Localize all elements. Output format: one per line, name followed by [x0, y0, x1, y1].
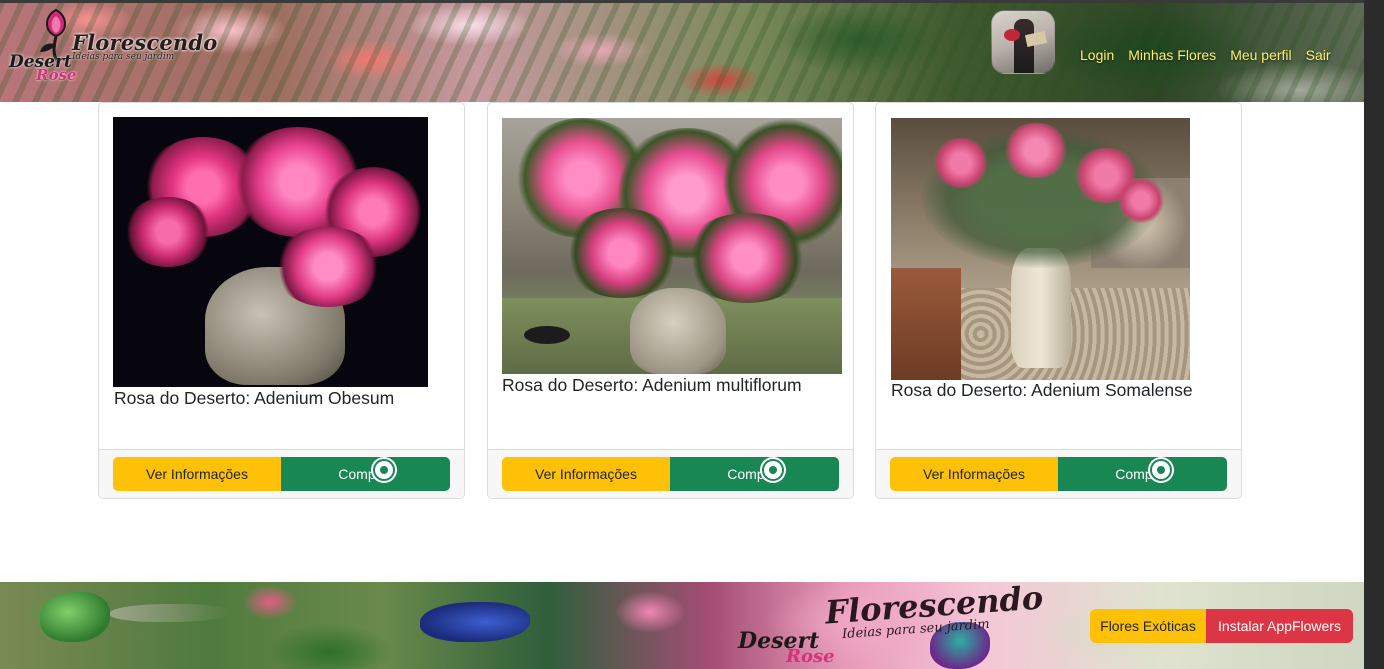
site-logo[interactable]: Florescendo Ideias para seu jardim Deser… [6, 4, 217, 84]
view-info-button[interactable]: Ver Informações [113, 457, 281, 491]
card-footer: Ver Informações Comprar [99, 449, 464, 498]
buy-button[interactable]: Comprar [670, 457, 839, 491]
nav-my-flowers[interactable]: Minhas Flores [1128, 47, 1216, 63]
product-card: Rosa do Deserto: Adenium Obesum Ver Info… [98, 102, 465, 499]
card-footer: Ver Informações Comprar [488, 449, 853, 498]
hummingbird-wing-image [110, 604, 230, 622]
buy-button[interactable]: Comprar [1058, 457, 1227, 491]
whatsapp-icon [762, 459, 784, 481]
header-banner: Florescendo Ideias para seu jardim Deser… [0, 0, 1364, 102]
view-info-button[interactable]: Ver Informações [502, 457, 670, 491]
nav-my-profile[interactable]: Meu perfil [1230, 47, 1291, 63]
avatar-figure [1014, 19, 1034, 73]
product-image[interactable] [891, 118, 1190, 380]
logo-tagline: Ideias para seu jardim [72, 52, 175, 62]
hummingbird-image [420, 602, 530, 642]
avatar-bouquet [1004, 29, 1020, 41]
top-nav: Login Minhas Flores Meu perfil Sair [1080, 47, 1331, 63]
product-card: Rosa do Deserto: Adenium multiflorum Ver… [487, 102, 854, 499]
buy-button[interactable]: Comprar [281, 457, 450, 491]
install-app-button[interactable]: Instalar AppFlowers [1206, 609, 1353, 643]
scrollbar-gutter[interactable] [1364, 0, 1384, 669]
card-footer: Ver Informações Comprar [876, 449, 1241, 498]
whatsapp-icon [1150, 459, 1172, 481]
product-title: Rosa do Deserto: Adenium Obesum [114, 388, 395, 408]
hummingbird-image [40, 592, 110, 642]
logo-rose: Rose [36, 66, 77, 84]
product-image[interactable] [113, 117, 428, 387]
product-card: Rosa do Deserto: Adenium Somalense Ver I… [875, 102, 1242, 499]
nav-logout[interactable]: Sair [1306, 47, 1331, 63]
exotic-flowers-button[interactable]: Flores Exóticas [1090, 609, 1206, 643]
page: Florescendo Ideias para seu jardim Deser… [0, 0, 1364, 669]
footer-logo-rose: Rose [786, 646, 835, 667]
product-image[interactable] [502, 118, 842, 374]
product-title: Rosa do Deserto: Adenium multiflorum [502, 375, 802, 395]
header-topline [0, 0, 1364, 3]
view-info-button[interactable]: Ver Informações [890, 457, 1058, 491]
nav-login[interactable]: Login [1080, 47, 1114, 63]
whatsapp-icon [373, 459, 395, 481]
avatar-sign [1024, 31, 1048, 47]
product-title: Rosa do Deserto: Adenium Somalense [891, 380, 1193, 400]
user-avatar[interactable] [991, 10, 1055, 74]
